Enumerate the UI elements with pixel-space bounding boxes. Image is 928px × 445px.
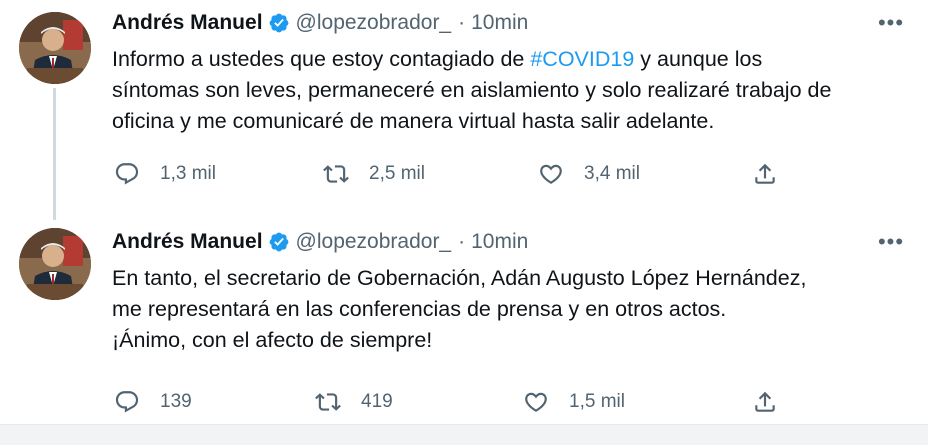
author-handle[interactable]: @lopezobrador_: [296, 11, 452, 35]
reply-button[interactable]: 139: [114, 387, 192, 417]
retweet-arrows-icon: [323, 165, 349, 183]
verified-badge-icon: [268, 12, 290, 34]
share-upload-icon: [755, 391, 775, 412]
avatar[interactable]: [19, 12, 91, 84]
tweet-header: Andrés Manuel @lopezobrador_ · 10min: [112, 228, 528, 256]
more-dots-icon[interactable]: •••: [878, 10, 903, 35]
reply-bubble-icon: [115, 391, 139, 413]
tweet[interactable]: Andrés Manuel @lopezobrador_ · 10min •••…: [0, 0, 928, 212]
like-count: 3,4 mil: [584, 163, 640, 184]
tweet-text-line: síntomas son leves, permaneceré en aisla…: [112, 78, 832, 102]
retweet-button[interactable]: 2,5 mil: [323, 159, 425, 189]
tweet[interactable]: Andrés Manuel @lopezobrador_ · 10min •••…: [0, 212, 928, 424]
tweet-header: Andrés Manuel @lopezobrador_ · 10min: [112, 9, 528, 37]
author-name[interactable]: Andrés Manuel: [112, 11, 263, 35]
author-handle[interactable]: @lopezobrador_: [296, 230, 452, 254]
tweet-text: En tanto, el secretario de Gobernación, …: [112, 263, 912, 356]
like-count: 1,5 mil: [569, 391, 625, 412]
tweet-text-segment: Informo a ustedes que estoy contagiado d…: [112, 47, 531, 71]
header-separator: ·: [458, 230, 466, 253]
reply-button[interactable]: 1,3 mil: [114, 159, 216, 189]
retweet-button[interactable]: 419: [315, 387, 393, 417]
tweet-text-line: Informo a ustedes que estoy contagiado d…: [112, 44, 912, 75]
share-upload-icon: [755, 163, 775, 184]
bottom-divider-bar: [0, 424, 928, 445]
tweet-text-line: En tanto, el secretario de Gobernación, …: [112, 266, 807, 290]
timestamp[interactable]: 10min: [471, 11, 528, 35]
tweet-text-line: oficina y me comunicaré de manera virtua…: [112, 109, 715, 133]
hashtag-link[interactable]: #COVID19: [530, 47, 634, 71]
author-name[interactable]: Andrés Manuel: [112, 230, 263, 254]
retweet-count: 2,5 mil: [369, 163, 425, 184]
heart-icon: [540, 164, 562, 184]
tweet-text: Informo a ustedes que estoy contagiado d…: [112, 44, 912, 137]
timestamp[interactable]: 10min: [471, 230, 528, 254]
reply-bubble-icon: [115, 163, 139, 185]
reply-count: 1,3 mil: [160, 163, 216, 184]
like-button[interactable]: 3,4 mil: [538, 159, 640, 189]
more-dots-icon[interactable]: •••: [878, 229, 903, 254]
tweet-text-line: ¡Ánimo, con el afecto de siempre!: [112, 328, 433, 352]
tweet-text-line: me representará en las conferencias de p…: [112, 297, 727, 321]
share-button[interactable]: [752, 387, 778, 417]
tweet-actions: 139 419 1,5 mil: [0, 387, 928, 417]
avatar[interactable]: [19, 228, 91, 300]
heart-icon: [525, 392, 547, 412]
tweet-text-segment: y aunque los: [634, 47, 763, 71]
reply-count: 139: [160, 391, 192, 412]
retweet-arrows-icon: [315, 393, 341, 411]
header-separator: ·: [458, 11, 466, 34]
tweet-actions: 1,3 mil 2,5 mil 3,4 mil: [0, 159, 928, 189]
share-button[interactable]: [752, 159, 778, 189]
retweet-count: 419: [361, 391, 393, 412]
verified-badge-icon: [268, 231, 290, 253]
like-button[interactable]: 1,5 mil: [523, 387, 625, 417]
